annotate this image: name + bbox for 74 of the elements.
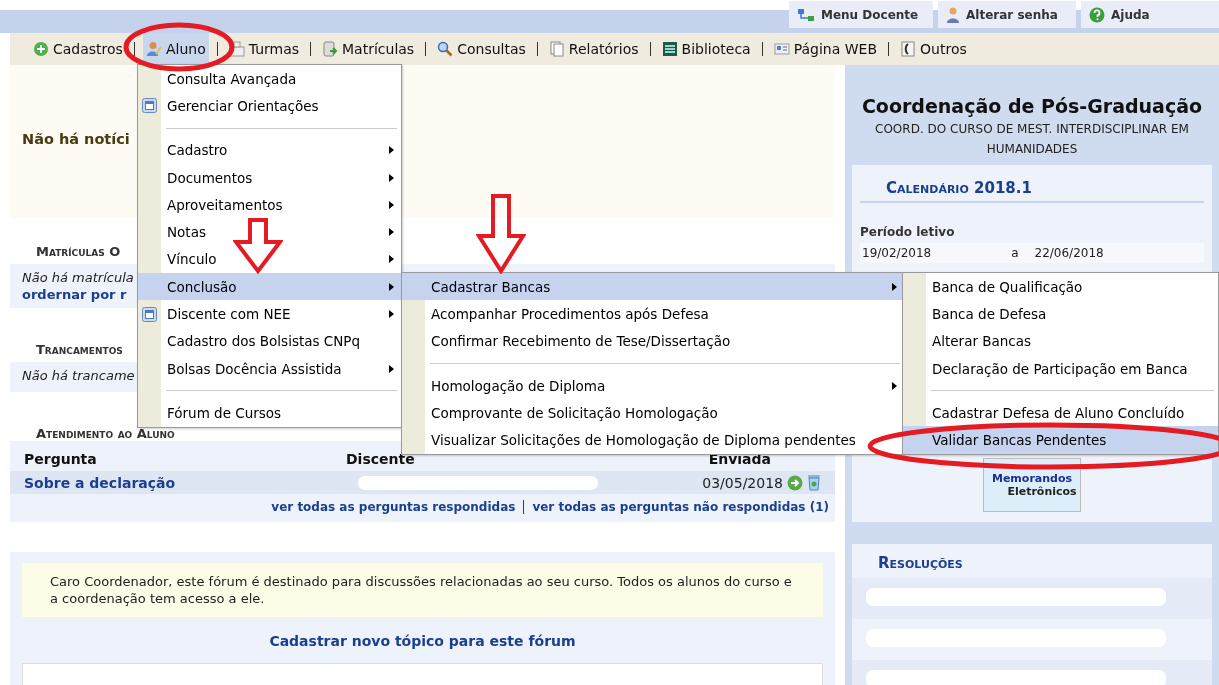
item-icon bbox=[142, 306, 157, 322]
date-separator: a bbox=[1011, 246, 1019, 260]
menubar-item[interactable]: Página WEB bbox=[770, 33, 881, 65]
period-label: Período letivo bbox=[860, 225, 956, 239]
sitemap-icon bbox=[797, 7, 815, 22]
menu-icon bbox=[900, 41, 917, 57]
course-name: COORD. DO CURSO DE MEST. INTERDISCIPLINAR EM HUMANIDADES bbox=[874, 121, 1190, 158]
start-date: 19/02/2018 bbox=[862, 246, 932, 260]
menu-item[interactable]: Notas bbox=[138, 218, 401, 246]
empty-message: Não há matrícula bbox=[22, 270, 134, 285]
menu-item[interactable]: Gerenciar Orientações bbox=[138, 92, 401, 120]
column-header: Pergunta bbox=[24, 451, 98, 467]
person-icon bbox=[946, 6, 960, 23]
menu-item[interactable]: Conclusão bbox=[138, 273, 401, 301]
empty-message: Não há trancame bbox=[22, 368, 135, 383]
menubar-item[interactable]: Relatórios bbox=[545, 33, 642, 65]
item-icon bbox=[142, 98, 157, 114]
top-link[interactable]: Menu Docente bbox=[789, 1, 933, 28]
new-topic-link[interactable]: Cadastrar novo tópico para este fórum bbox=[22, 633, 823, 649]
menu-icon bbox=[145, 41, 162, 57]
trash-icon[interactable] bbox=[807, 474, 821, 491]
top-link[interactable]: Alterar senha bbox=[938, 1, 1076, 28]
top-link[interactable]: Ajuda bbox=[1081, 1, 1219, 28]
menu-icon bbox=[322, 41, 339, 57]
menu-item[interactable]: Visualizar Solicitações de Homologação de Diploma pendentes bbox=[402, 426, 904, 454]
menubar-item[interactable]: Consultas bbox=[434, 33, 529, 65]
menu-item[interactable]: Cadastro bbox=[138, 136, 401, 164]
menubar-item[interactable]: Aluno bbox=[142, 33, 209, 65]
menu-item[interactable]: Banca de Defesa bbox=[903, 300, 1218, 328]
forum-notice: Caro Coordenador, este fórum é destinado para discussões relacionadas ao seu curso. Todos os alunos do curso e a coordenação tem acesso a ele. bbox=[22, 563, 823, 617]
menubar-item[interactable]: Cadastros bbox=[30, 33, 126, 65]
menu-item[interactable]: Aproveitamentos bbox=[138, 191, 401, 219]
menu-icon bbox=[548, 41, 565, 57]
menu-item[interactable]: Consulta Avançada bbox=[138, 65, 401, 93]
menu-item[interactable]: Confirmar Recebimento de Tese/Dissertação bbox=[402, 327, 904, 355]
date-cell: 03/05/2018 bbox=[702, 474, 783, 491]
menu-item[interactable]: Comprovante de Solicitação Homologação bbox=[402, 399, 904, 427]
menu-item[interactable]: Documentos bbox=[138, 163, 401, 192]
menu-item[interactable]: Alterar Bancas bbox=[903, 327, 1218, 355]
menu-item[interactable]: Cadastro dos Bolsistas CNPq bbox=[138, 327, 401, 355]
menu-item[interactable]: Fórum de Cursos bbox=[138, 399, 401, 427]
section-heading: Matrículas O bbox=[36, 244, 121, 259]
question-link[interactable]: Sobre a declaração bbox=[24, 474, 354, 491]
sidebar-title: Coordenação de Pós-Graduação bbox=[860, 95, 1204, 117]
menu-item[interactable]: Acompanhar Procedimentos após Defesa bbox=[402, 300, 904, 328]
menu-item[interactable]: Banca de Qualificação bbox=[903, 273, 1218, 301]
menu-icon bbox=[773, 41, 790, 57]
section-heading: Atendimento ao Aluno bbox=[36, 426, 175, 441]
unanswered-link[interactable]: ver todas as perguntas não respondidas (1) bbox=[532, 500, 829, 514]
annotation-arrow bbox=[233, 218, 283, 274]
menubar-item[interactable]: Turmas bbox=[225, 33, 303, 65]
menu-icon bbox=[33, 41, 49, 57]
menu-item[interactable]: Discente com NEE bbox=[138, 300, 401, 328]
news-text: Não há notíci bbox=[22, 130, 130, 147]
resolutions-heading: Resoluções bbox=[877, 553, 964, 574]
arrow-right-icon[interactable] bbox=[787, 474, 803, 491]
answered-link[interactable]: ver todas as perguntas respondidas bbox=[271, 500, 516, 514]
menu-item[interactable]: Bolsas Docência Assistida bbox=[138, 354, 401, 383]
menubar-item[interactable]: Matrículas bbox=[319, 33, 418, 65]
menu-item[interactable]: Declaração de Participação em Banca bbox=[903, 354, 1218, 383]
menu-item[interactable]: Homologação de Diploma bbox=[402, 371, 904, 400]
menu-item[interactable]: Cadastrar Bancas bbox=[402, 273, 904, 301]
end-date: 22/06/2018 bbox=[1034, 246, 1104, 260]
section-heading: Trancamentos bbox=[36, 342, 123, 357]
sort-link[interactable]: ordernar por r bbox=[22, 287, 127, 302]
menu-item[interactable]: Vínculo bbox=[138, 245, 401, 274]
menubar-item[interactable]: Outros bbox=[897, 33, 970, 65]
menu-icon bbox=[228, 41, 245, 57]
column-header: Discente bbox=[346, 451, 416, 467]
menu-icon bbox=[661, 41, 678, 57]
menubar-item[interactable]: Biblioteca bbox=[658, 33, 754, 65]
help-icon bbox=[1089, 6, 1105, 23]
calendar-heading: Calendário 2018.1 bbox=[860, 175, 1204, 203]
menu-icon bbox=[437, 41, 454, 57]
